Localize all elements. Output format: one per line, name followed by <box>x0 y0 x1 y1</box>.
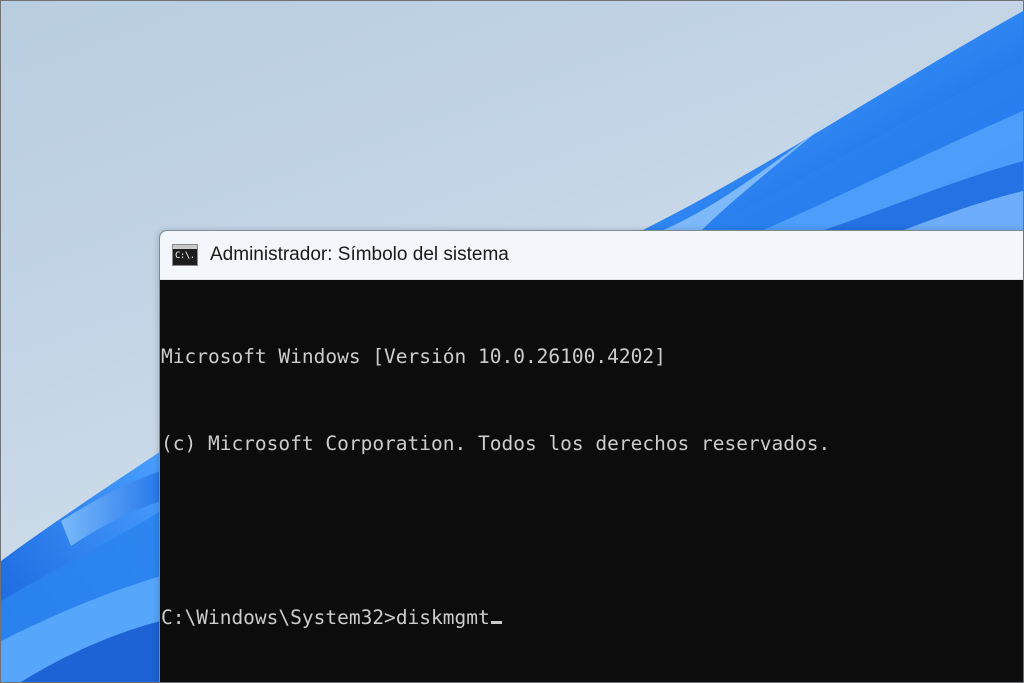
desktop: C:\. Administrador: Símbolo del sistema … <box>0 0 1024 683</box>
console-prompt: C:\Windows\System32> <box>161 606 396 629</box>
cmd-icon-bar <box>173 245 197 249</box>
text-cursor <box>490 621 502 624</box>
cmd-icon: C:\. <box>172 244 198 266</box>
window-title: Administrador: Símbolo del sistema <box>210 244 509 265</box>
console-line: Microsoft Windows [Versión 10.0.26100.42… <box>161 345 666 368</box>
command-prompt-window[interactable]: C:\. Administrador: Símbolo del sistema … <box>159 230 1023 682</box>
cmd-icon-glyph: C:\. <box>175 251 195 261</box>
console-line: (c) Microsoft Corporation. Todos los der… <box>161 432 831 455</box>
command-line[interactable]: C:\Windows\System32>diskmgmt <box>161 603 1023 632</box>
window-titlebar[interactable]: C:\. Administrador: Símbolo del sistema <box>160 231 1023 280</box>
console-output[interactable]: Microsoft Windows [Versión 10.0.26100.42… <box>160 280 1023 682</box>
command-input[interactable]: diskmgmt <box>396 606 490 629</box>
